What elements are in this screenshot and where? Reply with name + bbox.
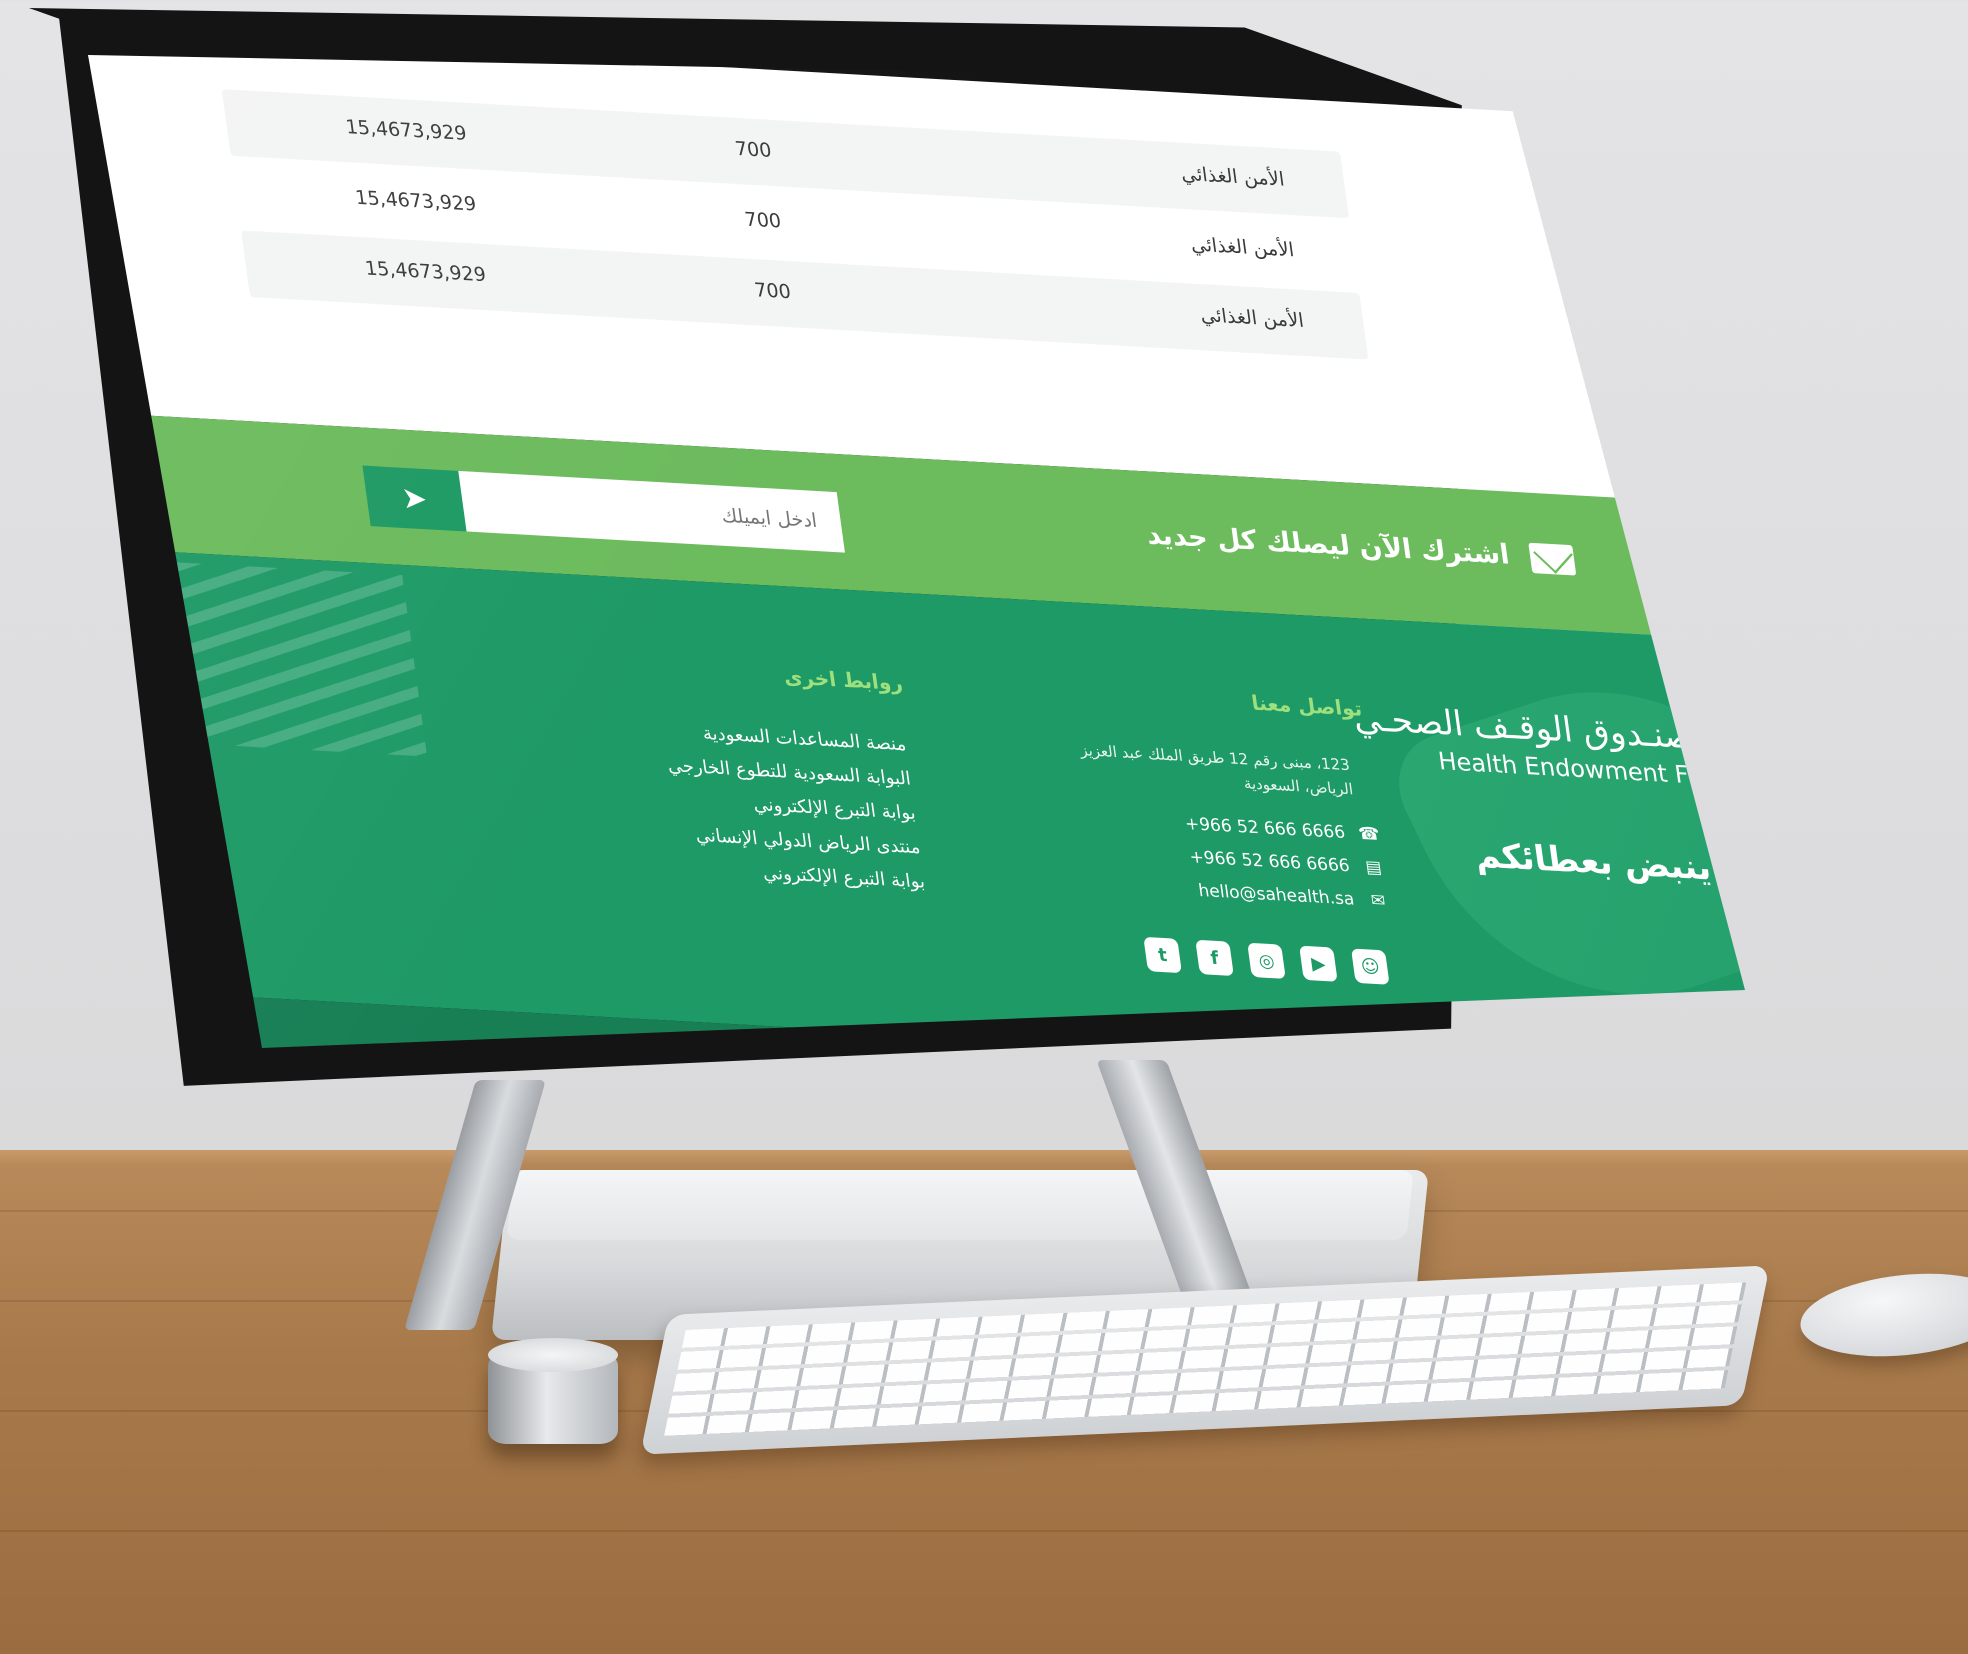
monitor-base-top	[506, 1170, 1414, 1240]
paper-plane-icon: ➤	[399, 480, 430, 517]
address: 123، مبنى رقم 12 طريق الملك عبد العزيز ا…	[1078, 740, 1355, 799]
surface-dial	[488, 1338, 618, 1444]
decorative-pattern	[172, 562, 428, 757]
instagram-icon[interactable]: ◎	[1247, 942, 1286, 979]
arrow-up-icon: ↑	[1736, 1013, 1773, 1057]
links-list: منصة المساعدات السعودية البوابة السعودية…	[661, 715, 927, 900]
name-cell: الأمن الغذائي	[1179, 162, 1286, 191]
snapchat-icon[interactable]: ☺	[1350, 948, 1390, 985]
envelope-icon	[1528, 542, 1577, 576]
amount-cell: 15,4673,929	[363, 257, 488, 287]
fax-line[interactable]: +966 52 666 6666 ▤	[1188, 847, 1385, 878]
subscribe-button[interactable]: ➤	[362, 465, 467, 532]
count-cell: 700	[752, 279, 793, 304]
phone-line[interactable]: +966 52 666 6666 ☎	[1184, 814, 1381, 845]
email-address: hello@sahealth.sa	[1197, 880, 1356, 910]
links-title: روابط اخرى	[782, 664, 905, 696]
youtube-icon[interactable]: ▶	[1299, 945, 1338, 982]
count-cell: 700	[743, 208, 783, 233]
email-input[interactable]	[457, 470, 845, 553]
contact-title: تواصل معنا	[1249, 690, 1364, 721]
fax-icon: ▤	[1364, 857, 1384, 879]
facebook-icon[interactable]: f	[1195, 939, 1234, 977]
name-cell: الأمن الغذائي	[1198, 304, 1306, 332]
phone-icon: ☎	[1357, 823, 1381, 846]
amount-cell: 15,4673,929	[353, 186, 478, 216]
phone-number: +966 52 666 6666	[1183, 813, 1347, 844]
count-cell: 700	[733, 137, 773, 163]
data-table: 15,4673,929 700 الأمن الغذائي 15,4673,92…	[221, 89, 1369, 363]
envelope-icon: ✉	[1369, 890, 1387, 912]
fax-number: +966 52 666 6666	[1188, 847, 1352, 877]
twitter-icon[interactable]: t	[1143, 936, 1182, 974]
name-cell: الأمن الغذائي	[1189, 233, 1296, 262]
amount-cell: 15,4673,929	[344, 116, 468, 145]
newsletter-title: اشترك الآن ليصلك كل جديد	[1144, 519, 1512, 571]
email-line[interactable]: hello@sahealth.sa ✉	[1197, 881, 1389, 912]
social-links: t f ◎ ▶ ☺	[1143, 936, 1390, 985]
scroll-to-top-button[interactable]: ↑	[1709, 993, 1773, 1057]
